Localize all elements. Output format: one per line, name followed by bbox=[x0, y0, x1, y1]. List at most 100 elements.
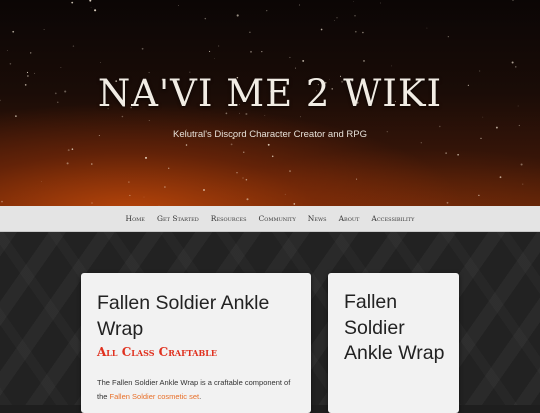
star bbox=[145, 156, 147, 159]
star bbox=[129, 194, 131, 196]
infobox-title: Fallen Soldier Ankle Wrap bbox=[344, 291, 445, 364]
star bbox=[242, 177, 244, 179]
star bbox=[178, 5, 179, 7]
hero-banner: NA'VI ME 2 WIKI Kelutral's Discord Chara… bbox=[0, 0, 540, 206]
star bbox=[214, 58, 215, 59]
star bbox=[391, 65, 392, 67]
star bbox=[100, 62, 101, 63]
star bbox=[300, 116, 301, 118]
star bbox=[71, 1, 74, 4]
nav-item-community[interactable]: Community bbox=[259, 214, 296, 223]
star bbox=[354, 30, 357, 33]
star bbox=[482, 116, 484, 118]
star bbox=[457, 153, 459, 156]
star bbox=[515, 66, 517, 68]
star bbox=[294, 67, 296, 69]
star bbox=[267, 143, 270, 146]
star bbox=[445, 152, 447, 154]
star bbox=[67, 149, 70, 152]
star bbox=[354, 15, 356, 17]
star bbox=[447, 36, 449, 38]
fallen-soldier-set-link[interactable]: Fallen Soldier cosmetic set bbox=[110, 392, 200, 401]
star bbox=[6, 50, 8, 51]
star bbox=[243, 151, 245, 153]
star bbox=[249, 31, 251, 33]
nav-item-home[interactable]: Home bbox=[126, 214, 145, 223]
star bbox=[511, 61, 514, 64]
star bbox=[266, 10, 268, 12]
star bbox=[91, 163, 93, 165]
star bbox=[439, 125, 441, 128]
star bbox=[203, 189, 205, 191]
article-body-end: . bbox=[199, 392, 202, 401]
star bbox=[236, 172, 238, 174]
star bbox=[236, 14, 239, 17]
infobox-card: Fallen Soldier Ankle Wrap bbox=[328, 273, 459, 413]
star bbox=[66, 162, 69, 165]
page-title: Fallen Soldier Ankle Wrap bbox=[97, 292, 270, 340]
star bbox=[334, 20, 335, 21]
star bbox=[168, 167, 170, 169]
star bbox=[499, 176, 502, 179]
star bbox=[209, 50, 211, 52]
star bbox=[246, 198, 249, 201]
star bbox=[261, 50, 263, 53]
star bbox=[293, 203, 296, 205]
star bbox=[141, 47, 144, 50]
star bbox=[289, 170, 291, 173]
star bbox=[1, 200, 3, 203]
star bbox=[164, 186, 166, 188]
star bbox=[289, 56, 291, 59]
star bbox=[143, 196, 145, 198]
star bbox=[284, 193, 286, 195]
star bbox=[9, 63, 12, 65]
star bbox=[217, 45, 220, 47]
star bbox=[250, 50, 252, 53]
star bbox=[72, 45, 75, 47]
star bbox=[41, 181, 43, 182]
star bbox=[362, 31, 364, 34]
site-tagline: Kelutral's Discord Character Creator and… bbox=[173, 129, 367, 140]
star bbox=[30, 52, 32, 54]
star bbox=[271, 155, 274, 158]
star bbox=[71, 148, 74, 150]
star bbox=[478, 194, 480, 196]
article-body: The Fallen Soldier Ankle Wrap is a craft… bbox=[97, 376, 302, 404]
star bbox=[298, 4, 301, 6]
star bbox=[518, 124, 520, 127]
article-subtitle: All Class Craftable bbox=[97, 345, 217, 359]
star bbox=[426, 27, 428, 29]
star bbox=[420, 142, 422, 144]
star bbox=[245, 178, 248, 181]
star bbox=[320, 28, 323, 31]
star bbox=[204, 17, 207, 20]
star bbox=[94, 9, 97, 12]
star bbox=[380, 2, 381, 4]
star bbox=[512, 0, 514, 1]
star bbox=[336, 17, 338, 19]
nav-item-about[interactable]: About bbox=[339, 214, 360, 223]
star bbox=[43, 29, 45, 31]
star bbox=[264, 115, 266, 116]
star bbox=[363, 59, 365, 62]
nav-item-accessibility[interactable]: Accessibility bbox=[371, 214, 414, 223]
star bbox=[128, 181, 130, 183]
star bbox=[148, 120, 150, 122]
star bbox=[121, 115, 124, 118]
star bbox=[91, 202, 93, 204]
nav-item-get-started[interactable]: Get Started bbox=[157, 214, 199, 223]
nav-item-resources[interactable]: Resources bbox=[211, 214, 247, 223]
star bbox=[446, 201, 449, 204]
star bbox=[520, 163, 523, 166]
nav-item-news[interactable]: News bbox=[308, 214, 327, 223]
site-title[interactable]: NA'VI ME 2 WIKI bbox=[0, 72, 540, 115]
star bbox=[185, 144, 188, 146]
star bbox=[60, 67, 62, 68]
star bbox=[15, 115, 17, 117]
star bbox=[12, 30, 15, 33]
star bbox=[89, 0, 92, 2]
star bbox=[353, 1, 354, 2]
star bbox=[522, 183, 524, 185]
main-navigation: Home Get Started Resources Community New… bbox=[0, 206, 540, 232]
star bbox=[90, 7, 92, 9]
